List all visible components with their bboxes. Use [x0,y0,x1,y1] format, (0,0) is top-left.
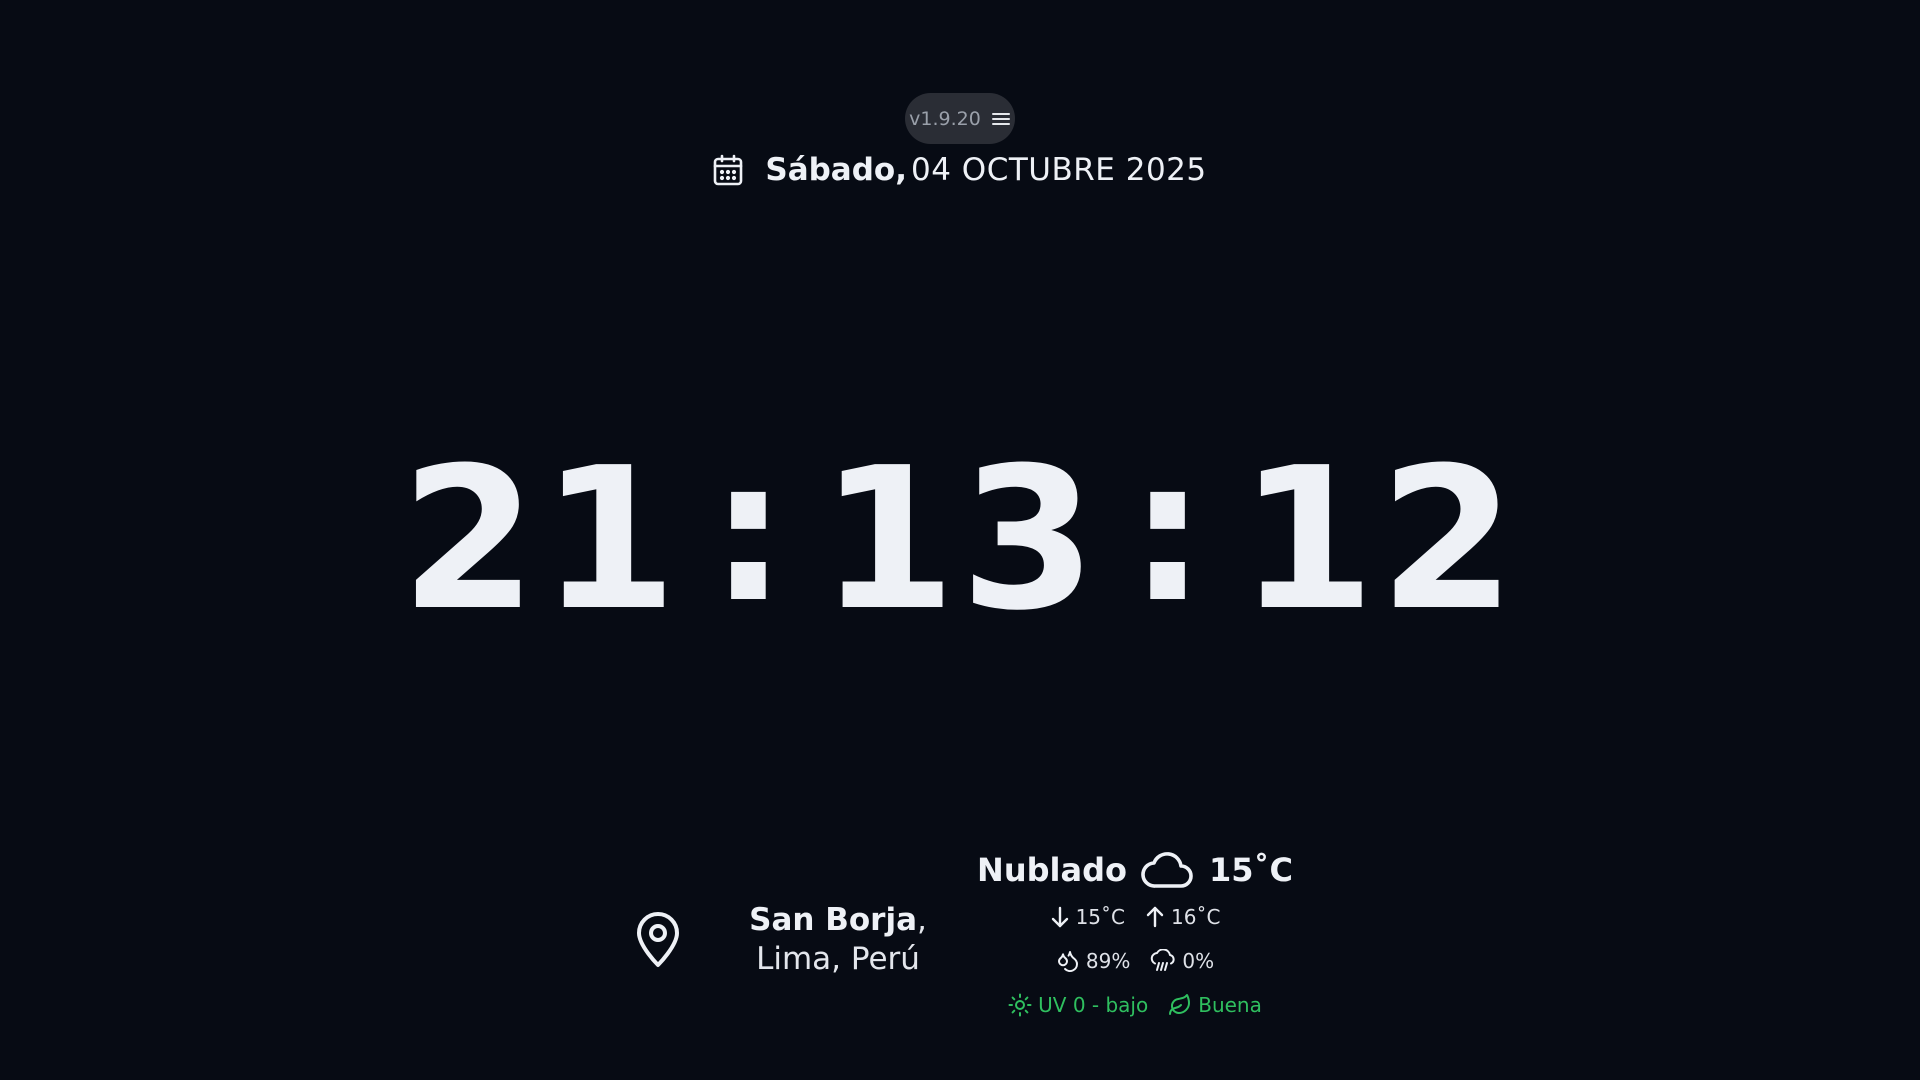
cloud-rain-icon [1150,949,1176,973]
air-quality-value: Buena [1198,993,1262,1017]
uv-index: UV 0 - bajo [1008,993,1148,1017]
temp-max: 16˚C [1145,905,1220,929]
full-date: 04 OCTUBRE 2025 [911,152,1207,188]
uv-value: UV 0 - bajo [1038,993,1149,1017]
clock-separator: : [1128,418,1211,646]
location-pin-icon [630,910,685,970]
droplets-icon [1056,949,1080,973]
arrow-down-icon [1050,906,1070,928]
rain-chance-value: 0% [1182,949,1215,973]
weather-condition: Nublado [977,851,1127,889]
weather-panel: Nublado 15˚C 15˚C 16˚C 89% 0% UV 0 - baj… [977,845,1293,1027]
digital-clock: 21 : 13 : 12 [0,418,1920,654]
humidity: 89% [1056,949,1130,973]
temp-min: 15˚C [1050,905,1125,929]
weather-temperature: 15˚C [1208,851,1293,889]
uv-air-row: UV 0 - bajo Buena [990,983,1280,1027]
rain-chance: 0% [1150,949,1214,973]
calendar-icon [713,154,743,186]
location-block: San Borja, Lima, Perú [630,895,970,985]
location-text: San Borja, Lima, Perú [713,901,963,979]
date-text: Sábado, 04 OCTUBRE 2025 [765,152,1206,188]
version-menu-button[interactable]: v1.9.20 [905,93,1015,144]
clock-seconds: 12 [1238,426,1520,654]
menu-icon [991,111,1011,127]
location-district: San Borja [749,902,917,938]
clock-hours: 21 [400,426,682,654]
version-label: v1.9.20 [909,107,981,130]
leaf-icon [1168,993,1192,1017]
clock-separator: : [709,418,792,646]
day-name: Sábado, [765,152,907,188]
sun-icon [1008,993,1032,1017]
clock-minutes: 13 [819,426,1101,654]
weather-summary: Nublado 15˚C [977,845,1293,895]
date-row: Sábado, 04 OCTUBRE 2025 [0,148,1920,192]
humidity-rain-row: 89% 0% [990,939,1280,983]
clock-screen: v1.9.20 Sábado, 04 OCTUBRE 2025 21: 13 … [0,0,1920,1080]
temp-range-row: 15˚C 16˚C [990,895,1280,939]
cloud-icon [1141,850,1195,890]
temp-max-value: 16˚C [1171,905,1221,929]
air-quality: Buena [1168,993,1262,1017]
humidity-value: 89% [1085,949,1131,973]
arrow-up-icon [1145,906,1165,928]
temp-min-value: 15˚C [1075,905,1125,929]
